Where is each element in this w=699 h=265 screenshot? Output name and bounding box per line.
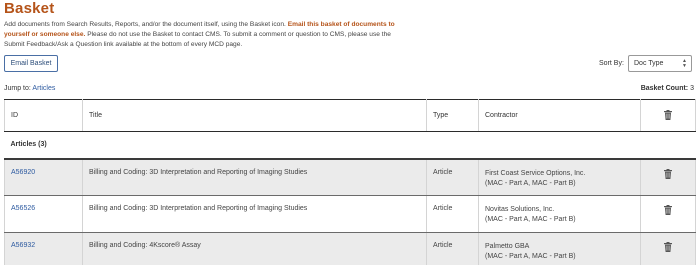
contractor-detail: (MAC - Part A, MAC - Part B): [485, 179, 576, 187]
basket-count: Basket Count: 3: [641, 85, 694, 92]
document-id-link[interactable]: A56526: [11, 205, 35, 212]
document-id-link[interactable]: A56920: [11, 169, 35, 176]
contractor-detail: (MAC - Part A, MAC - Part B): [485, 216, 576, 223]
document-type: Article: [426, 158, 479, 196]
trash-icon: [664, 109, 672, 120]
group-label: Articles (3): [4, 131, 696, 160]
table-row: A56526 Billing and Coding: 3D Interpreta…: [4, 195, 696, 233]
document-type: Article: [426, 195, 479, 233]
trash-icon: [664, 168, 672, 179]
table-row: A56932 Billing and Coding: 4Kscore® Assa…: [4, 232, 696, 265]
basket-table: ID Title Type Contractor Articles (3) A5…: [4, 99, 696, 265]
page-title: Basket: [4, 0, 55, 17]
sort-by-value: Doc Type: [634, 60, 664, 67]
contractor-name: Palmetto GBA: [485, 243, 530, 250]
remove-item-button[interactable]: [640, 195, 696, 233]
document-id-link[interactable]: A56932: [11, 242, 35, 249]
contractor-name: First Coast Service Options, Inc.: [485, 169, 586, 177]
document-type: Article: [426, 232, 479, 265]
column-header-contractor: Contractor: [478, 99, 641, 132]
document-contractor: Novitas Solutions, Inc. (MAC - Part A, M…: [478, 195, 641, 233]
column-header-title: Title: [82, 99, 427, 132]
email-basket-button[interactable]: Email Basket: [4, 55, 58, 72]
column-header-type: Type: [426, 99, 479, 132]
document-title: Billing and Coding: 3D Interpretation an…: [82, 195, 427, 233]
contractor-name: Novitas Solutions, Inc.: [485, 206, 555, 213]
intro-text-part1: Add documents from Search Results, Repor…: [4, 21, 288, 28]
document-title: Billing and Coding: 4Kscore® Assay: [82, 232, 427, 265]
document-contractor: Palmetto GBA (MAC - Part A, MAC - Part B…: [478, 232, 641, 265]
basket-count-label: Basket Count:: [640, 85, 689, 92]
jump-to-label: Jump to:: [4, 85, 31, 92]
remove-item-button[interactable]: [640, 232, 696, 265]
jump-to: Jump to: Articles: [4, 85, 55, 92]
jump-to-articles-link[interactable]: Articles: [32, 85, 55, 92]
table-header-row: ID Title Type Contractor: [4, 99, 696, 132]
contractor-detail: (MAC - Part A, MAC - Part B): [485, 253, 576, 260]
sort-by-select[interactable]: Doc Type ▲ ▼: [628, 55, 692, 72]
group-row-articles: Articles (3): [4, 131, 696, 160]
clear-basket-button[interactable]: [640, 99, 696, 132]
table-row: A56920 Billing and Coding: 3D Interpreta…: [4, 158, 696, 196]
remove-item-button[interactable]: [640, 158, 696, 196]
column-header-id: ID: [4, 99, 83, 132]
trash-icon: [664, 242, 672, 252]
sort-arrows-icon: ▲ ▼: [682, 58, 687, 69]
sort-by-label: Sort By:: [599, 60, 624, 67]
document-title: Billing and Coding: 3D Interpretation an…: [82, 158, 427, 196]
basket-count-value: 3: [690, 85, 694, 92]
document-contractor: First Coast Service Options, Inc. (MAC -…: [478, 158, 641, 196]
intro-text: Add documents from Search Results, Repor…: [4, 20, 404, 50]
trash-icon: [664, 205, 672, 215]
